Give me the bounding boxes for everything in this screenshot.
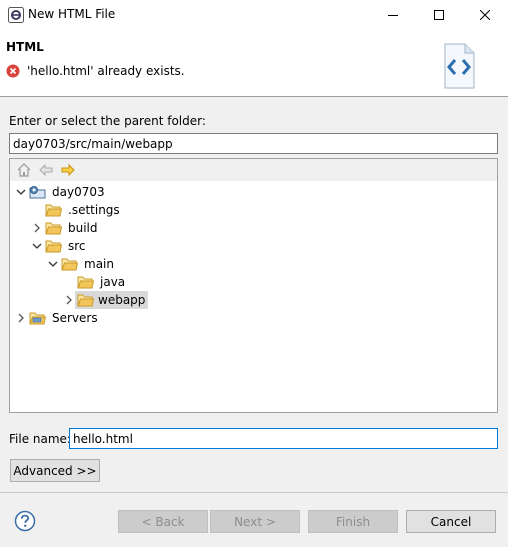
wizard-header: HTML 'hello.html' already exists.	[0, 30, 508, 97]
folder-icon	[45, 204, 62, 217]
tree-item-label: java	[100, 275, 126, 289]
folder-open-icon	[61, 258, 78, 271]
back-button[interactable]: < Back	[118, 510, 208, 533]
home-icon[interactable]	[16, 162, 32, 178]
close-button[interactable]	[462, 0, 508, 30]
file-name-label: File name:	[9, 432, 71, 446]
tree-item-java[interactable]: java	[63, 273, 127, 291]
tree-item-label: build	[68, 221, 98, 235]
parent-folder-label: Enter or select the parent folder:	[9, 114, 206, 128]
tree-item-src[interactable]: src	[31, 237, 88, 255]
folder-icon	[77, 276, 94, 289]
forward-arrow-icon[interactable]	[60, 162, 76, 178]
tree-item-label: day0703	[52, 185, 105, 199]
maximize-icon	[434, 10, 444, 20]
tree-toolbar	[10, 159, 497, 181]
servers-folder-icon	[29, 312, 46, 325]
folder-icon	[77, 294, 94, 307]
window-title: New HTML File	[28, 7, 116, 21]
chevron-right-icon[interactable]	[31, 222, 43, 234]
folder-open-icon	[45, 240, 62, 253]
tree-item-build[interactable]: build	[31, 219, 100, 237]
tree-item-webapp[interactable]: webapp	[63, 291, 149, 309]
finish-button[interactable]: Finish	[308, 510, 398, 533]
tree-item-label: src	[68, 239, 86, 253]
tree-item-label: webapp	[98, 293, 146, 307]
tree-item-settings[interactable]: .settings	[31, 201, 122, 219]
tree-item-label: .settings	[68, 203, 120, 217]
title-bar: New HTML File	[0, 0, 508, 30]
next-button[interactable]: Next >	[210, 510, 300, 533]
minimize-icon	[388, 15, 398, 16]
error-message: 'hello.html' already exists.	[27, 64, 185, 78]
close-icon	[480, 10, 490, 20]
folder-icon	[45, 222, 62, 235]
folder-tree[interactable]: day0703 .settings build src main java we…	[9, 158, 498, 413]
parent-folder-input[interactable]	[9, 133, 498, 154]
chevron-down-icon[interactable]	[31, 240, 43, 252]
chevron-right-icon[interactable]	[63, 294, 75, 306]
tree-item-label: main	[84, 257, 114, 271]
tree-item-label: Servers	[52, 311, 98, 325]
eclipse-app-icon	[8, 7, 24, 23]
chevron-right-icon[interactable]	[15, 312, 27, 324]
project-icon	[29, 186, 46, 199]
file-name-input[interactable]	[69, 428, 498, 449]
tree-item-servers[interactable]: Servers	[15, 309, 100, 327]
maximize-button[interactable]	[416, 0, 462, 30]
tree-item-day0703[interactable]: day0703	[15, 183, 107, 201]
page-title: HTML	[6, 40, 44, 54]
chevron-down-icon[interactable]	[15, 186, 27, 198]
help-icon[interactable]	[14, 510, 36, 532]
divider	[0, 492, 508, 493]
cancel-button[interactable]: Cancel	[406, 510, 496, 533]
tree-item-main[interactable]: main	[47, 255, 116, 273]
html-file-icon	[444, 43, 475, 89]
advanced-button[interactable]: Advanced >>	[10, 459, 100, 482]
back-arrow-icon[interactable]	[38, 162, 54, 178]
minimize-button[interactable]	[370, 0, 416, 30]
chevron-down-icon[interactable]	[47, 258, 59, 270]
tree-item-selection: webapp	[75, 291, 149, 309]
error-icon	[6, 64, 20, 78]
